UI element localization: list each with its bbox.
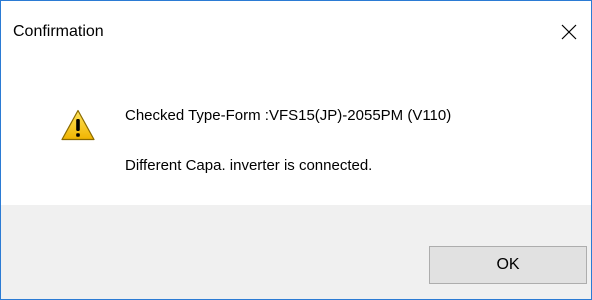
close-icon — [561, 24, 577, 40]
title-bar: Confirmation — [1, 1, 591, 63]
message-area: Checked Type-Form :VFS15(JP)-2055PM (V11… — [1, 63, 591, 205]
close-button[interactable] — [547, 10, 591, 54]
warning-icon — [61, 109, 95, 141]
button-bar: OK — [1, 205, 591, 299]
ok-button[interactable]: OK — [429, 246, 587, 284]
confirmation-dialog: Confirmation Checked Type-Form :VFS15(JP… — [0, 0, 592, 300]
message-line-capacity: Different Capa. inverter is connected. — [125, 157, 373, 174]
message-line-type-form: Checked Type-Form :VFS15(JP)-2055PM (V11… — [125, 107, 452, 124]
window-title: Confirmation — [13, 23, 104, 40]
